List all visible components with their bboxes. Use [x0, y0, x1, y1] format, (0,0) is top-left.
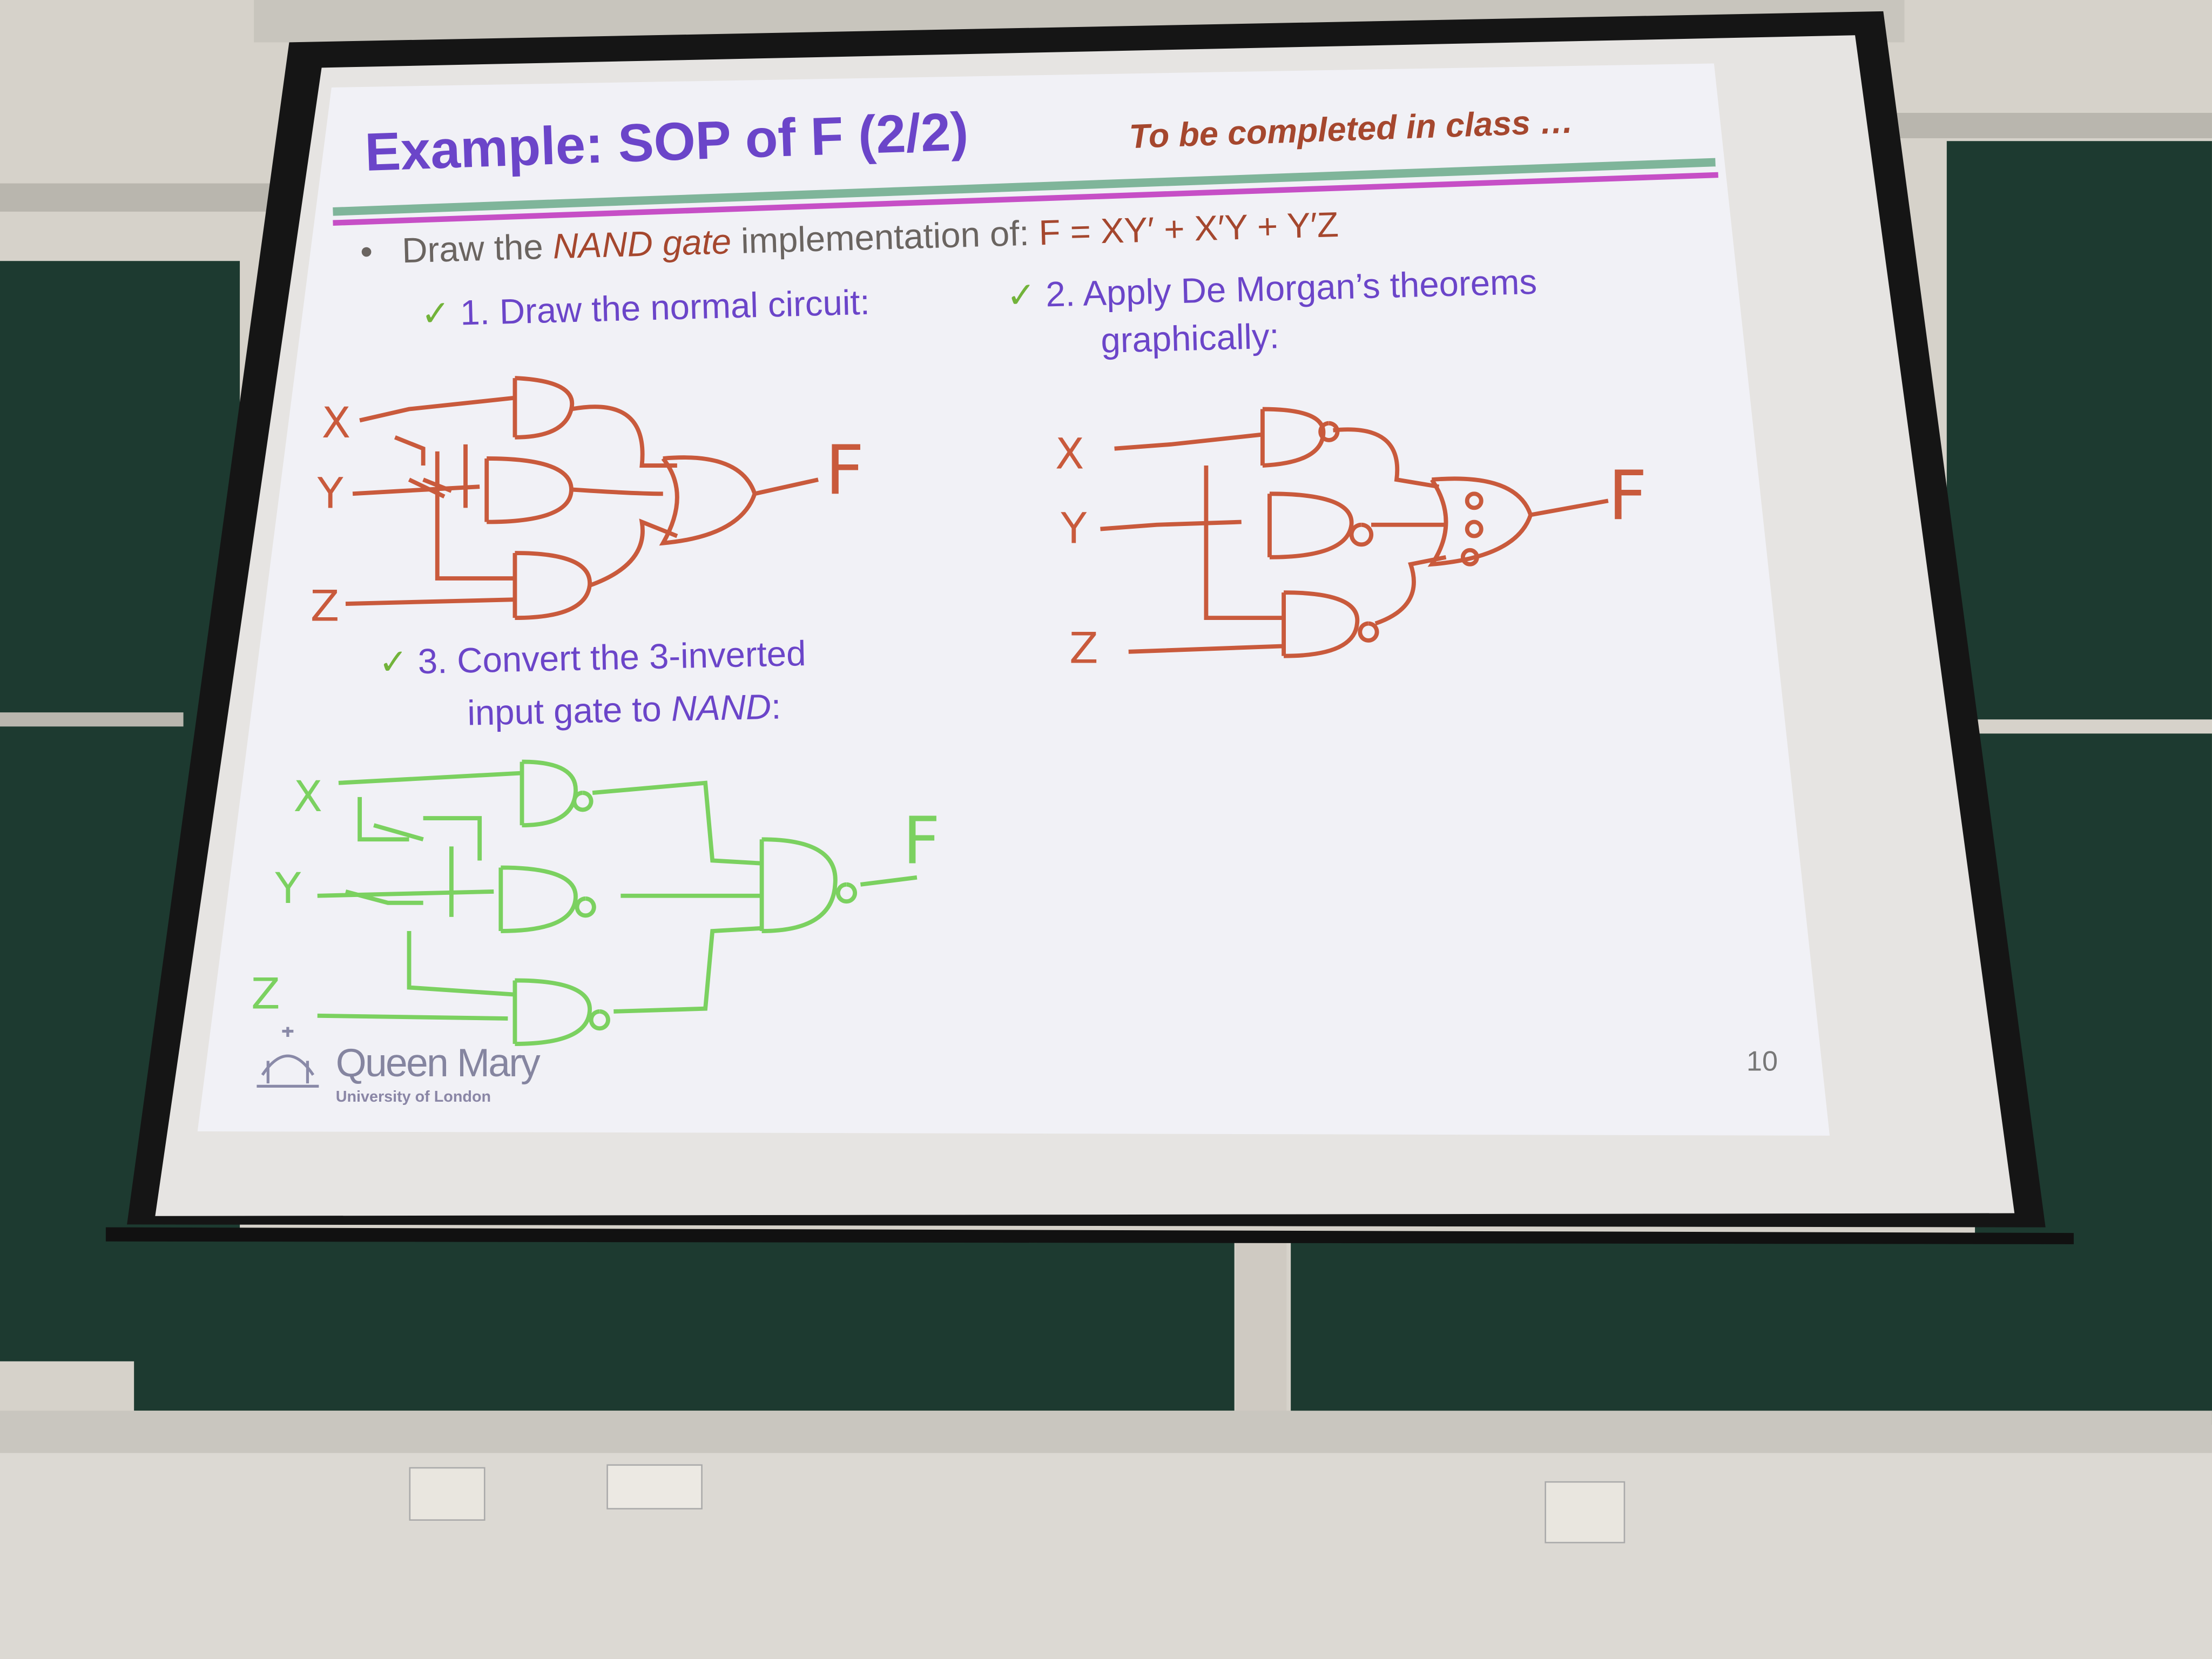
bullet-prefix: Draw the [401, 227, 544, 271]
step-3-line2: input gate to NAND: [467, 687, 781, 735]
circuit3-input-z: Z [251, 970, 280, 1019]
checkmark-icon: ✓ [420, 294, 451, 335]
checkmark-icon: ✓ [378, 643, 409, 683]
step-2-line2: graphically: [1100, 316, 1280, 361]
step-3-line2-text: input gate to [467, 690, 662, 734]
step-3-nand: NAND [671, 687, 772, 730]
screen-bar [105, 1227, 2074, 1244]
logo-subtitle: University of London [335, 1089, 491, 1106]
step-3-text: 3. Convert the 3-inverted [417, 634, 807, 682]
step-3: ✓ 3. Convert the 3-inverted [378, 633, 806, 684]
bullet-middle: implementation of: [740, 214, 1030, 262]
circuit3-input-y: Y [274, 864, 301, 913]
circuit1-output-f: F [825, 431, 864, 510]
bullet-dot: • [360, 231, 403, 273]
circuit1-input-z: Z [311, 582, 340, 631]
circuit3-input-x: X [293, 772, 322, 821]
checkmark-icon: ✓ [1006, 275, 1037, 316]
circuit1-input-x: X [322, 399, 351, 448]
circuit2-output-f: F [1608, 456, 1647, 535]
circuit2-input-x: X [1055, 429, 1084, 478]
page-number: 10 [1746, 1047, 1778, 1078]
circuit1-input-y: Y [317, 469, 344, 518]
circuit3-output-f: F [903, 804, 940, 879]
lecture-room-photo: X Y Z F X Y Z F X Y Z F Example: SOP of … [0, 0, 2212, 1659]
bullet-emphasis: NAND gate [552, 222, 732, 267]
circuit2-input-z: Z [1069, 624, 1098, 673]
logo-name: Queen Mary [335, 1041, 541, 1085]
circuit2-input-y: Y [1060, 504, 1087, 554]
step-3-colon: : [771, 687, 781, 727]
bullet-equation: F = XY′ + X′Y + Y′Z [1038, 205, 1339, 254]
